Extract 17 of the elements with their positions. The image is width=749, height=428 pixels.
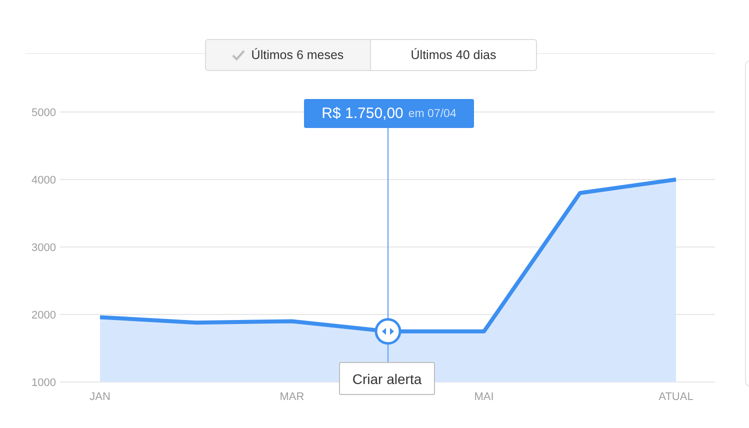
range-tab[interactable]: Últimos 40 dias bbox=[371, 39, 537, 71]
axis-label: 1000 bbox=[32, 377, 56, 389]
axis-label: 2000 bbox=[32, 310, 56, 322]
axis-label: JAN bbox=[90, 391, 110, 403]
axis-label: 5000 bbox=[32, 107, 56, 119]
date-text: em 07/04 bbox=[408, 108, 456, 120]
range-tab[interactable]: Últimos 6 meses bbox=[205, 39, 371, 71]
axis-label: MAR bbox=[280, 391, 304, 403]
axis-label: MAI bbox=[474, 391, 494, 403]
check-icon bbox=[232, 50, 246, 60]
axis-label: ATUAL bbox=[658, 391, 694, 403]
create-alert-button[interactable]: Criar alerta bbox=[339, 362, 435, 395]
price-text: R$ 1.750,00 bbox=[322, 105, 404, 122]
axis-label: 3000 bbox=[32, 242, 56, 254]
drag-handle[interactable] bbox=[374, 318, 402, 345]
cursor-line bbox=[387, 344, 389, 362]
axis-label: 4000 bbox=[32, 174, 56, 186]
